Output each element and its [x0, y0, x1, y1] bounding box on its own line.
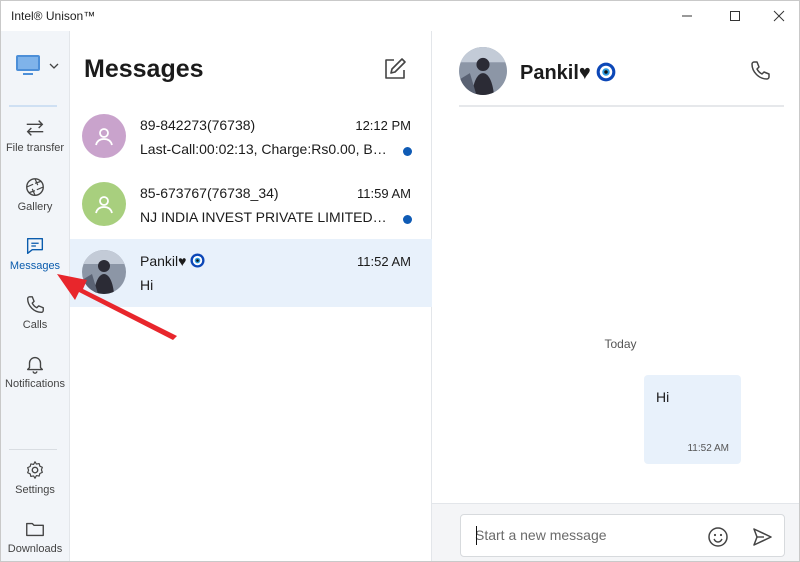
chat-icon [26, 237, 44, 255]
app-window: Intel® Unison™ File transfer Gallery Mes… [0, 0, 800, 562]
avatar [82, 114, 126, 158]
nav-rail: File transfer Gallery Messages Calls Not… [1, 31, 70, 561]
conversation-list-panel: Messages 89-842273(76738) 12:12 PM Last-… [70, 31, 432, 561]
bell-icon [26, 356, 44, 374]
unread-dot [403, 215, 412, 224]
message-input[interactable] [475, 527, 695, 543]
message-bubble: Hi 11:52 AM [644, 375, 741, 464]
unread-dot [403, 147, 412, 156]
header-divider [459, 105, 784, 107]
close-button[interactable] [757, 1, 800, 31]
avatar[interactable] [459, 47, 507, 95]
nav-file-transfer[interactable]: File transfer [1, 117, 69, 173]
compose-icon [385, 58, 406, 79]
folder-icon [26, 522, 44, 537]
avatar [82, 182, 126, 226]
smiley-icon [708, 527, 728, 547]
conversation-time: 11:52 AM [357, 254, 411, 269]
message-composer [460, 514, 785, 557]
nav-label: Downloads [7, 543, 63, 555]
date-separator: Today [604, 337, 637, 351]
title-bar: Intel® Unison™ [1, 1, 799, 31]
minimize-button[interactable] [665, 1, 709, 31]
gear-icon [27, 461, 43, 479]
send-button[interactable] [751, 526, 773, 548]
device-selector[interactable] [13, 53, 63, 79]
arrows-transfer-icon [26, 120, 44, 136]
contact-photo [459, 47, 507, 95]
maximize-button[interactable] [713, 1, 757, 31]
rail-divider [9, 105, 57, 107]
send-icon [753, 528, 772, 546]
conversation-preview: NJ INDIA INVEST PRIVATE LIMITED: Your [140, 209, 388, 225]
composer-bar [432, 503, 799, 561]
text-caret [476, 526, 477, 545]
nav-label: Messages [9, 260, 61, 272]
nav-label: Notifications [5, 378, 65, 390]
message-text: Hi [656, 389, 670, 405]
conversation-item[interactable]: Pankil♥ 11:52 AM Hi [70, 239, 432, 307]
conversation-item[interactable]: 89-842273(76738) 12:12 PM Last-Call:00:0… [70, 103, 432, 171]
emoji-button[interactable] [707, 526, 729, 548]
close-icon [773, 10, 785, 22]
nav-label: File transfer [5, 142, 65, 154]
rail-divider [9, 449, 57, 450]
page-title: Messages [84, 55, 204, 83]
nav-messages[interactable]: Messages [1, 235, 69, 291]
nav-label: Settings [15, 484, 55, 496]
compose-button[interactable] [382, 56, 408, 82]
chat-contact-name: Pankil♥ [520, 62, 616, 85]
nav-label: Calls [22, 319, 48, 331]
phone-icon [26, 296, 44, 314]
nazar-emoji-icon [190, 253, 205, 268]
nav-label: Gallery [17, 201, 53, 213]
call-button[interactable] [748, 59, 772, 83]
conversation-name: 89-842273(76738) [140, 117, 256, 133]
minimize-icon [682, 15, 692, 17]
conversation-preview: Hi [140, 277, 154, 293]
maximize-icon [730, 11, 740, 21]
conversation-preview: Last-Call:00:02:13, Charge:Rs0.00, Bal:R… [140, 141, 388, 157]
conversation-item[interactable]: 85-673767(76738_34) 11:59 AM NJ INDIA IN… [70, 171, 432, 239]
avatar [82, 250, 126, 294]
phone-device-icon [16, 55, 40, 75]
phone-icon [751, 61, 770, 80]
contact-photo [82, 250, 126, 294]
conversation-time: 12:12 PM [355, 118, 411, 133]
chat-panel: Pankil♥ Today Hi 11:52 AM [432, 31, 799, 561]
nav-downloads[interactable]: Downloads [1, 518, 69, 562]
aperture-icon [26, 178, 44, 196]
nav-settings[interactable]: Settings [1, 459, 69, 515]
window-title: Intel® Unison™ [11, 9, 96, 23]
conversation-name: 85-673767(76738_34) [140, 185, 279, 201]
person-icon [95, 196, 113, 214]
conversation-name: Pankil♥ [140, 253, 205, 269]
nav-notifications[interactable]: Notifications [1, 353, 69, 409]
nav-gallery[interactable]: Gallery [1, 176, 69, 232]
conversation-time: 11:59 AM [357, 186, 411, 201]
message-time: 11:52 AM [687, 443, 729, 454]
nav-calls[interactable]: Calls [1, 294, 69, 350]
person-icon [95, 128, 113, 146]
chevron-down-icon [49, 63, 59, 69]
nazar-emoji-icon [596, 62, 616, 82]
